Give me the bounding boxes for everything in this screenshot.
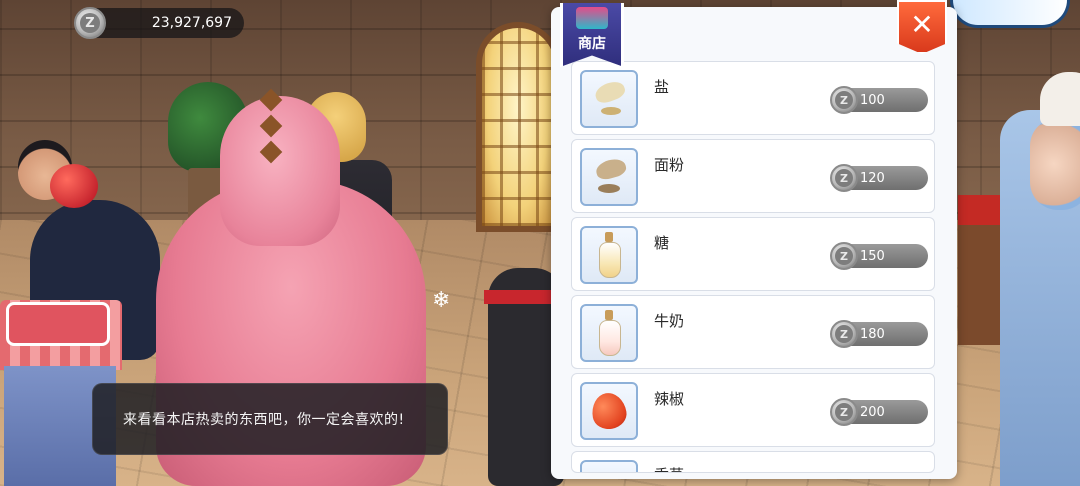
price-tag: Z 150 — [830, 242, 928, 270]
npc-dialog-box[interactable]: 来看看本店热卖的东西吧，你一定会喜欢的! — [92, 383, 448, 455]
shop-chest-icon — [576, 7, 608, 29]
price-tag: Z 180 — [830, 320, 928, 348]
item-thumbnail — [580, 304, 638, 362]
zeny-coin-icon: Z — [830, 164, 858, 192]
shop-item[interactable]: 面粉 Z 120 — [571, 139, 935, 213]
shop-item[interactable]: 香草 — [571, 451, 935, 473]
milk-bottle-icon — [597, 310, 621, 356]
shop-item[interactable]: 糖 Z 150 — [571, 217, 935, 291]
zeny-counter: Z 23,927,697 — [74, 7, 244, 39]
item-name: 牛奶 — [654, 312, 685, 330]
shop-panel: 盐 Z 100 面粉 Z 120 糖 Z 150 牛奶 Z 180 辣椒 Z 2… — [551, 7, 957, 479]
item-price: 200 — [860, 404, 885, 420]
dialog-text: 来看看本店热卖的东西吧，你一定会喜欢的! — [123, 412, 405, 428]
shop-item[interactable]: 辣椒 Z 200 — [571, 373, 935, 447]
shop-item[interactable]: 牛奶 Z 180 — [571, 295, 935, 369]
zeny-coin-icon: Z — [830, 242, 858, 270]
zeny-coin-icon: Z — [74, 7, 106, 39]
arched-window — [476, 22, 560, 232]
shop-title: 商店 — [578, 36, 606, 52]
chili-pepper-icon — [589, 390, 629, 432]
sugar-bottle-icon — [597, 232, 621, 278]
item-price: 150 — [860, 248, 885, 264]
shop-item-list[interactable]: 盐 Z 100 面粉 Z 120 糖 Z 150 牛奶 Z 180 辣椒 Z 2… — [571, 61, 935, 477]
item-price: 100 — [860, 92, 885, 108]
item-thumbnail — [580, 460, 638, 472]
item-name: 糖 — [654, 234, 670, 252]
item-thumbnail — [580, 226, 638, 284]
apple-prop — [50, 164, 98, 208]
flour-icon — [588, 156, 630, 198]
shop-item[interactable]: 盐 Z 100 — [571, 61, 935, 135]
item-name: 辣椒 — [654, 390, 685, 408]
zeny-coin-icon: Z — [830, 398, 858, 426]
zeny-coin-icon: Z — [830, 320, 858, 348]
price-tag: Z 200 — [830, 398, 928, 426]
salt-icon — [589, 79, 629, 119]
top-right-ornament — [950, 0, 1070, 28]
fish-sign — [6, 302, 110, 346]
item-thumbnail — [580, 382, 638, 440]
snowflake-icon: ❄ — [432, 288, 451, 313]
price-tag: Z 100 — [830, 86, 928, 114]
close-icon: ✕ — [910, 7, 934, 41]
item-name: 面粉 — [654, 156, 685, 174]
shop-title-tag: 商店 — [560, 3, 624, 67]
item-thumbnail — [580, 70, 638, 128]
item-name: 盐 — [654, 78, 670, 96]
close-button[interactable]: ✕ — [897, 0, 947, 54]
price-tag: Z 120 — [830, 164, 928, 192]
item-price: 180 — [860, 326, 885, 342]
zeny-amount: 23,927,697 — [151, 15, 232, 31]
chef-face — [1030, 118, 1080, 210]
item-price: 120 — [860, 170, 885, 186]
item-name: 香草 — [654, 464, 684, 472]
item-thumbnail — [580, 148, 638, 206]
zeny-coin-icon: Z — [830, 86, 858, 114]
pink-mascot-head[interactable] — [220, 96, 340, 246]
